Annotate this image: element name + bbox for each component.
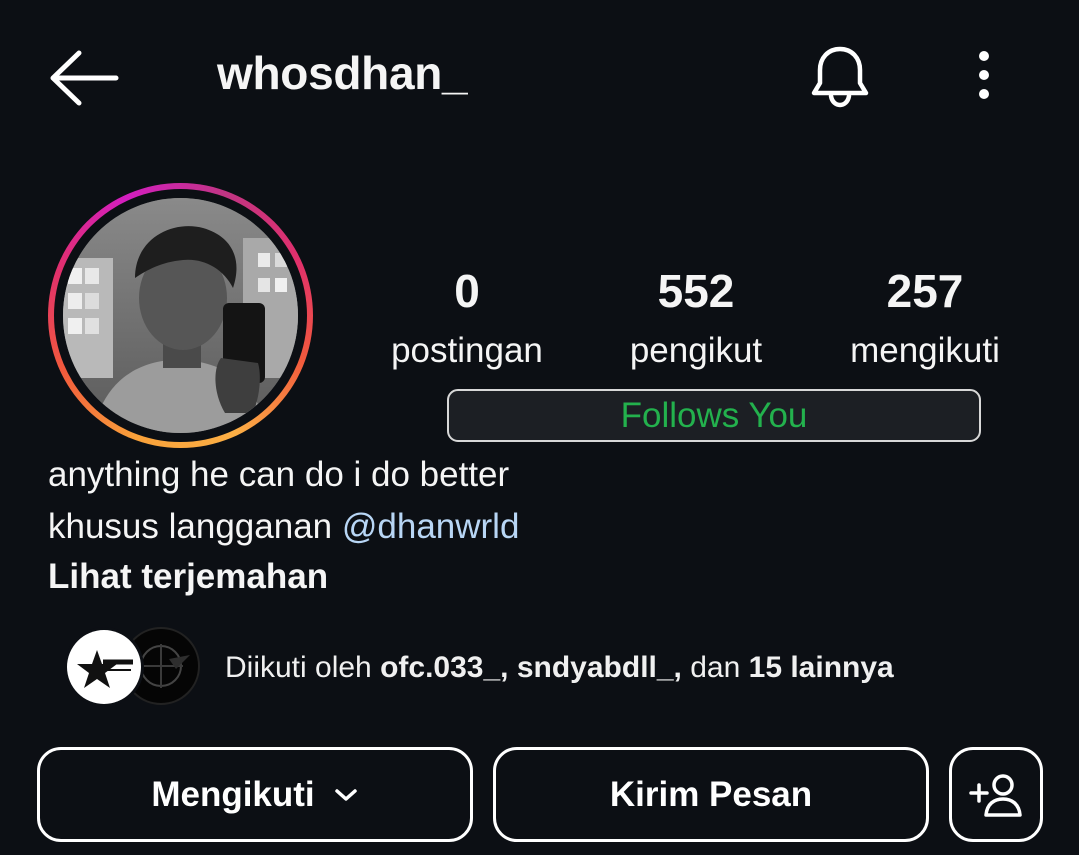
followed-by-conjunction: dan xyxy=(690,651,741,684)
chevron-down-icon xyxy=(333,787,359,803)
bell-icon xyxy=(811,46,869,108)
star-logo-icon xyxy=(77,650,133,688)
bio-line-2-text: khusus langganan xyxy=(48,507,333,546)
followers-label: pengikut xyxy=(629,331,763,370)
bio-mention-link[interactable]: @dhanwrld xyxy=(342,507,520,546)
followed-by-user-1: ofc.033_, xyxy=(380,651,509,684)
profile-username: whosdhan_ xyxy=(217,47,468,99)
story-ring[interactable] xyxy=(48,183,313,448)
mutual-follower-avatar[interactable] xyxy=(64,627,144,707)
followers-count: 552 xyxy=(657,265,735,317)
follows-you-badge: Follows You xyxy=(447,389,981,442)
bio-line-1: anything he can do i do better xyxy=(48,455,510,494)
stat-followers[interactable]: 552 pengikut xyxy=(596,262,796,379)
see-translation-link[interactable]: Lihat terjemahan xyxy=(48,557,328,597)
followed-by-user-2: sndyabdll_, xyxy=(516,651,682,684)
posts-count: 0 xyxy=(454,265,480,317)
stat-following[interactable]: 257 mengikuti xyxy=(825,262,1025,379)
following-label: mengikuti xyxy=(850,331,1000,370)
followed-by-others: 15 lainnya xyxy=(748,651,894,684)
followed-by-prefix: Diikuti oleh xyxy=(225,651,372,684)
posts-label: postingan xyxy=(391,331,543,370)
back-button[interactable] xyxy=(44,45,124,109)
more-options-button[interactable] xyxy=(964,48,1004,104)
arrow-left-icon xyxy=(50,50,119,106)
add-person-icon xyxy=(969,773,1022,817)
send-message-label: Kirim Pesan xyxy=(609,774,813,814)
following-button[interactable]: Mengikuti xyxy=(37,747,473,842)
following-button-label: Mengikuti xyxy=(151,774,315,814)
following-count: 257 xyxy=(886,265,964,317)
profile-screen: whosdhan_ 0 postingan 552 pengikut 257 m… xyxy=(0,0,1079,855)
suggest-users-button[interactable] xyxy=(949,747,1043,842)
followed-by-text[interactable]: Diikuti oleh ofc.033_, sndyabdll_, dan 1… xyxy=(225,651,894,685)
more-vertical-icon xyxy=(979,51,989,99)
send-message-button[interactable]: Kirim Pesan xyxy=(493,747,929,842)
stat-posts[interactable]: 0 postingan xyxy=(367,262,567,379)
profile-avatar xyxy=(63,198,298,433)
notification-button[interactable] xyxy=(806,43,874,111)
profile-photo xyxy=(63,198,298,433)
bio-line-2: khusus langganan @dhanwrld xyxy=(48,507,519,547)
